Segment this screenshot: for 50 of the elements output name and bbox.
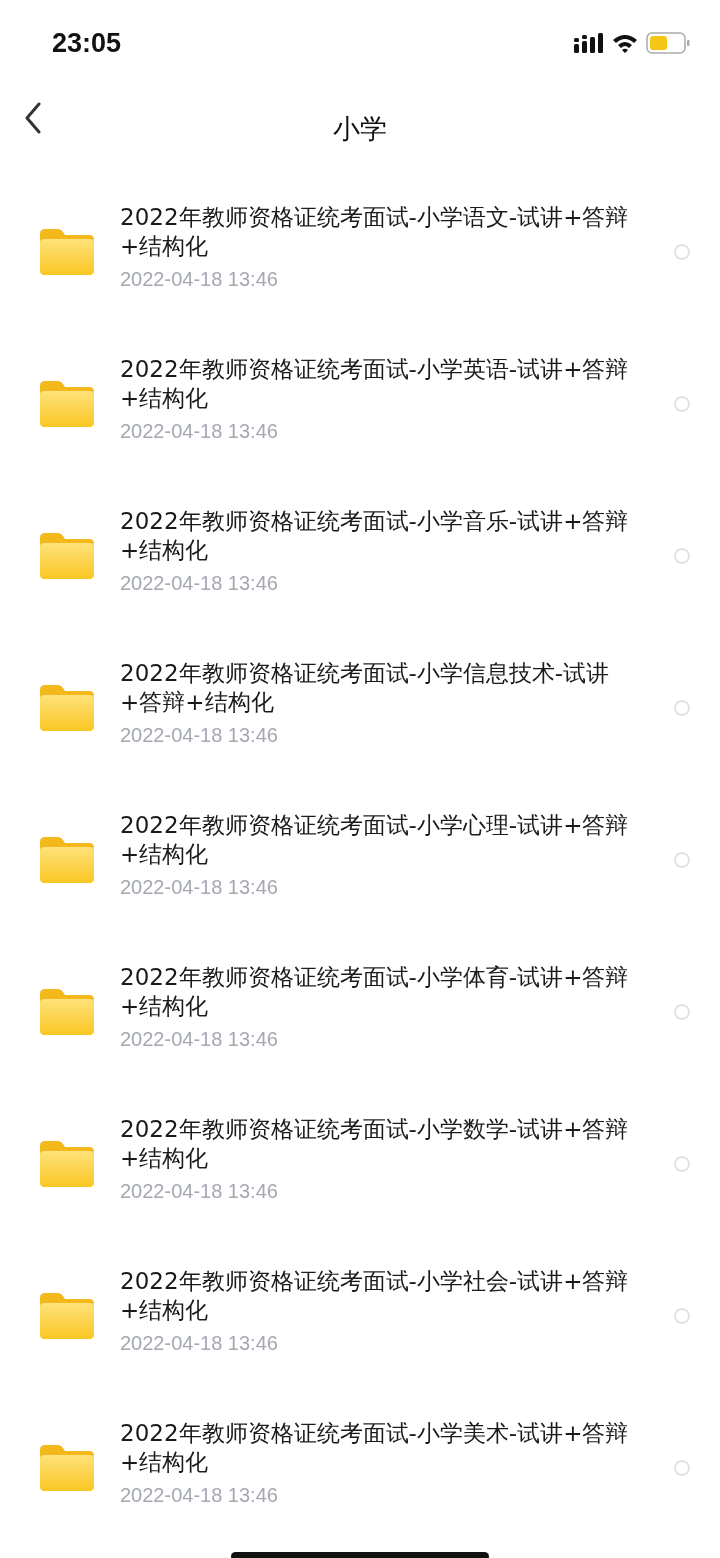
folder-row[interactable]: 2022年教师资格证统考面试-小学英语-试讲+答辩+结构化 2022-04-18 13:46 [0, 328, 720, 480]
wifi-icon [612, 33, 638, 53]
folder-name: 2022年教师资格证统考面试-小学心理-试讲+答辩+结构化 [120, 811, 630, 869]
folder-row[interactable]: 2022年教师资格证统考面试-小学体育-试讲+答辩+结构化 2022-04-18 13:46 [0, 936, 720, 1088]
select-radio[interactable] [674, 700, 690, 716]
folder-date: 2022-04-18 13:46 [120, 724, 279, 747]
folder-name: 2022年教师资格证统考面试-小学美术-试讲+答辩+结构化 [120, 1419, 630, 1477]
folder-icon [40, 685, 94, 731]
folder-icon [40, 837, 94, 883]
battery-icon [646, 32, 690, 54]
folder-date: 2022-04-18 13:46 [120, 268, 279, 291]
select-radio[interactable] [674, 396, 690, 412]
folder-row[interactable]: 2022年教师资格证统考面试-小学数学-试讲+答辩+结构化 2022-04-18 13:46 [0, 1088, 720, 1240]
folder-name: 2022年教师资格证统考面试-小学数学-试讲+答辩+结构化 [120, 1115, 630, 1173]
folder-date: 2022-04-18 13:46 [120, 1332, 279, 1355]
folder-row[interactable]: 2022年教师资格证统考面试-小学语文-试讲+答辩+结构化 2022-04-18 13:46 [0, 176, 720, 328]
folder-date: 2022-04-18 13:46 [120, 876, 279, 899]
folder-name: 2022年教师资格证统考面试-小学音乐-试讲+答辩+结构化 [120, 507, 630, 565]
folder-row[interactable]: 2022年教师资格证统考面试-小学心理-试讲+答辩+结构化 2022-04-18 13:46 [0, 784, 720, 936]
signal-icon [574, 33, 604, 53]
folder-name: 2022年教师资格证统考面试-小学体育-试讲+答辩+结构化 [120, 963, 630, 1021]
folder-row[interactable]: 2022年教师资格证统考面试-小学信息技术-试讲+答辩+结构化 2022-04-18 13:46 [0, 632, 720, 784]
select-radio[interactable] [674, 244, 690, 260]
select-radio[interactable] [674, 1156, 690, 1172]
folder-icon [40, 1445, 94, 1491]
select-radio[interactable] [674, 1004, 690, 1020]
folder-icon [40, 229, 94, 275]
folder-icon [40, 381, 94, 427]
folder-date: 2022-04-18 13:46 [120, 1028, 279, 1051]
folder-name: 2022年教师资格证统考面试-小学英语-试讲+答辩+结构化 [120, 355, 630, 413]
folder-row[interactable]: 2022年教师资格证统考面试-小学社会-试讲+答辩+结构化 2022-04-18 13:46 [0, 1240, 720, 1392]
select-radio[interactable] [674, 548, 690, 564]
status-time: 23:05 [52, 27, 122, 59]
select-radio[interactable] [674, 1308, 690, 1324]
select-radio[interactable] [674, 1460, 690, 1476]
page-title: 小学 [333, 112, 387, 146]
folder-row[interactable]: 2022年教师资格证统考面试-小学美术-试讲+答辩+结构化 2022-04-18 13:46 [0, 1392, 720, 1544]
select-radio[interactable] [674, 852, 690, 868]
folder-row[interactable]: 2022年教师资格证统考面试-小学音乐-试讲+答辩+结构化 2022-04-18 13:46 [0, 480, 720, 632]
folder-date: 2022-04-18 13:46 [120, 420, 279, 443]
folder-icon [40, 533, 94, 579]
folder-icon [40, 1293, 94, 1339]
folder-date: 2022-04-18 13:46 [120, 572, 279, 595]
folder-name: 2022年教师资格证统考面试-小学社会-试讲+答辩+结构化 [120, 1267, 630, 1325]
folder-date: 2022-04-18 13:46 [120, 1484, 279, 1507]
folder-name: 2022年教师资格证统考面试-小学信息技术-试讲+答辩+结构化 [120, 659, 611, 717]
folder-name: 2022年教师资格证统考面试-小学语文-试讲+答辩+结构化 [120, 203, 630, 261]
folder-icon [40, 989, 94, 1035]
folder-date: 2022-04-18 13:46 [120, 1180, 279, 1203]
folder-icon [40, 1141, 94, 1187]
